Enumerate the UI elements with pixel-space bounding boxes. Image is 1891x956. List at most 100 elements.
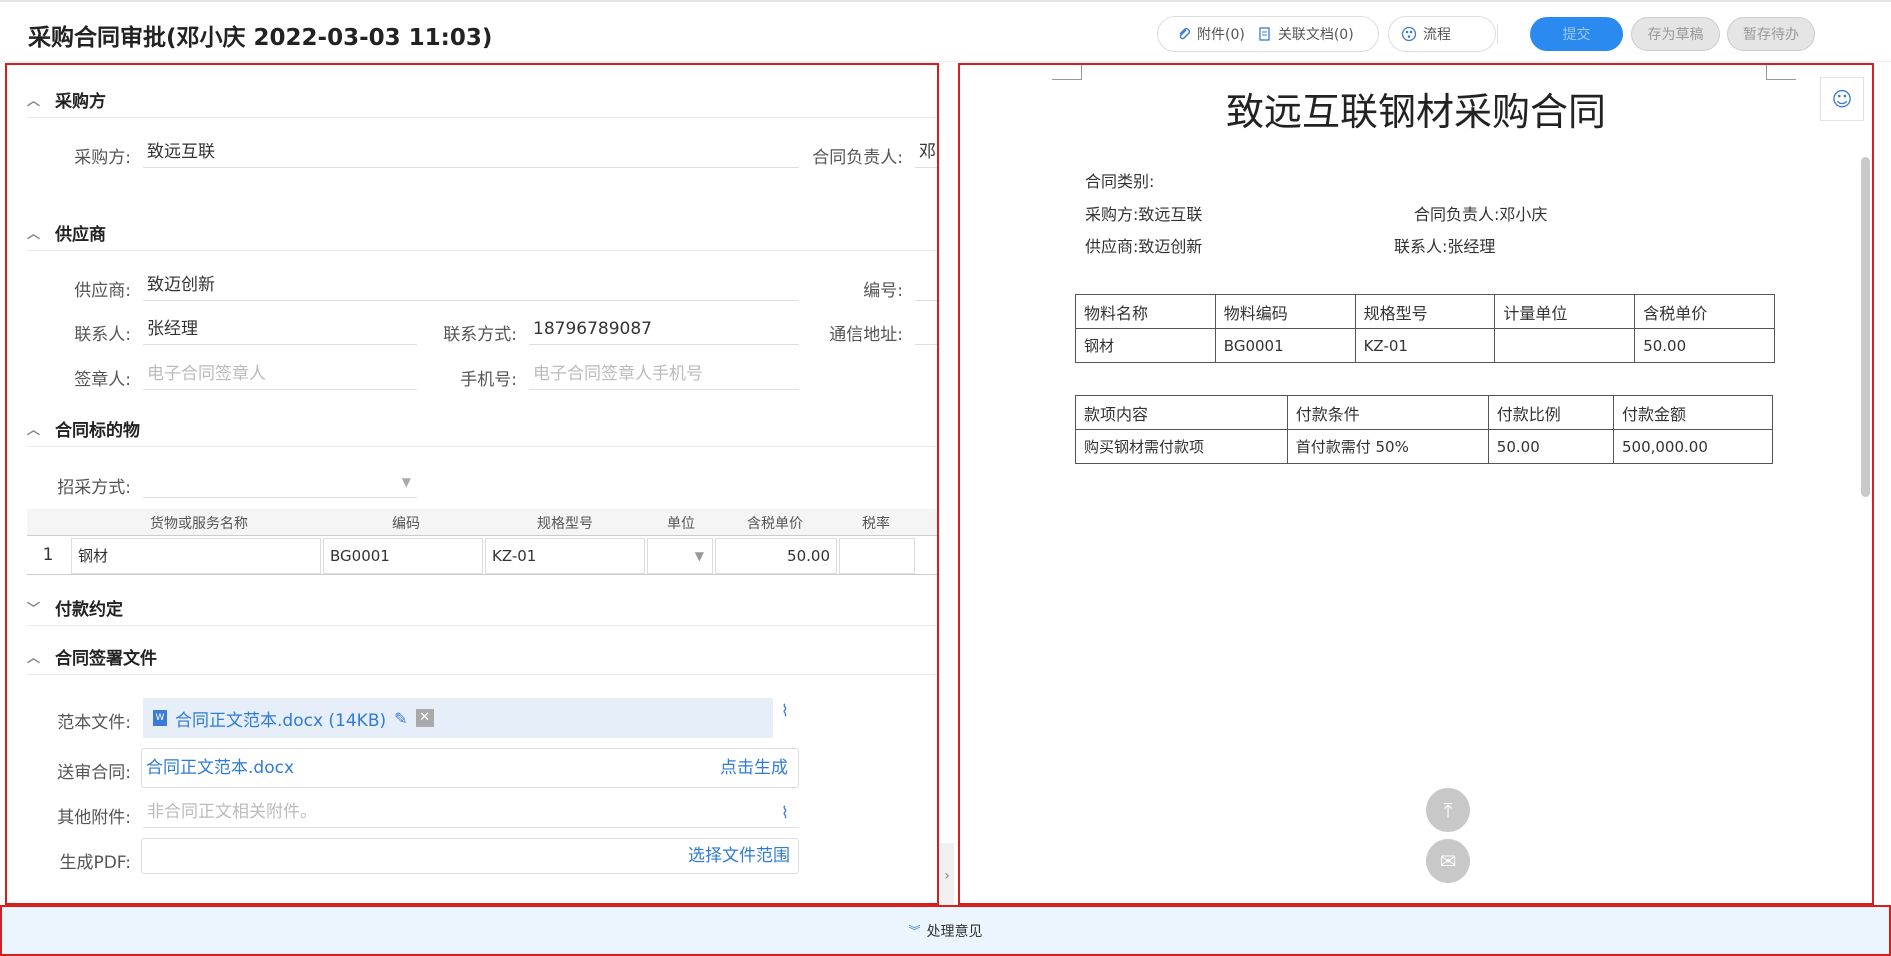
save-draft-button[interactable]: 存为草稿 (1631, 17, 1720, 51)
supplier-field[interactable]: 致迈创新 (143, 271, 799, 301)
doc-owner-line: 合同负责人:邓小庆 (1414, 205, 1548, 224)
review-label: 送审合同: (57, 763, 131, 783)
template-label: 范本文件: (57, 713, 131, 733)
page-title: 采购合同审批(邓小庆 2022-03-03 11:03) (28, 25, 493, 51)
grid-header: 税率 (862, 516, 890, 532)
divider (27, 446, 937, 447)
goods-name-cell[interactable]: 钢材 (71, 538, 321, 574)
chevron-up-icon: ︿ (27, 422, 41, 438)
review-file-field: 合同正文范本.docx 点击生成 (141, 748, 799, 788)
opinion-bar[interactable]: ︾ 处理意见 (0, 905, 1891, 956)
attach-button[interactable]: 附件(0) (1176, 24, 1245, 44)
signer-label: 签章人: (74, 370, 131, 390)
table-header: 规格型号 (1354, 294, 1496, 329)
mobile-label: 手机号: (460, 370, 517, 390)
doc-preview: 致远互联钢材采购合同 合同类别: 采购方:致远互联 合同负责人:邓小庆 供应商:… (958, 63, 1874, 905)
divider (27, 625, 937, 626)
table-header: 付款金额 (1612, 395, 1774, 430)
phone-field[interactable]: 18796789087 (529, 315, 799, 345)
doc-title: 致远互联钢材采购合同 (1225, 90, 1606, 134)
supplier-section-toggle[interactable]: ︿ 供应商 (27, 220, 106, 245)
caret-down-icon: ▼ (401, 475, 411, 489)
flow-button[interactable]: 流程 (1388, 16, 1496, 52)
edit-icon[interactable]: ✎ (394, 709, 407, 728)
doc-buyer-line: 采购方:致远互联 (1085, 205, 1203, 224)
method-select[interactable]: ▼ (143, 468, 417, 498)
divider (27, 117, 937, 118)
paperclip-icon[interactable]: ⌇ (781, 803, 789, 822)
paperclip-icon[interactable]: ⌇ (781, 701, 789, 720)
table-cell: 50.00 (1634, 328, 1775, 363)
template-file-link[interactable]: 合同正文范本.docx (14KB) (175, 706, 386, 731)
table-cell: 钢材 (1075, 328, 1216, 363)
supplier-label: 供应商: (74, 281, 131, 301)
pdf-label: 生成PDF: (59, 853, 131, 873)
address-label: 通信地址: (829, 325, 903, 345)
pdf-field[interactable]: 选择文件范围 (141, 838, 799, 874)
contact-label: 联系人: (74, 325, 131, 345)
submit-button[interactable]: 提交 (1530, 17, 1623, 51)
unit-select[interactable]: ▼ (647, 538, 713, 574)
table-header: 付款比例 (1487, 395, 1614, 430)
document-link-icon (1257, 26, 1273, 42)
price-cell[interactable]: 50.00 (715, 538, 837, 574)
signer-field[interactable]: 电子合同签章人 (143, 360, 417, 390)
doc-payment-table: 款项内容 付款条件 付款比例 付款金额 购买钢材需付款项 首付款需付 50% 5… (1075, 395, 1774, 464)
related-docs-button[interactable]: 关联文档(0) (1257, 24, 1354, 44)
owner-label: 合同负责人: (812, 148, 903, 168)
divider (27, 674, 937, 675)
assistant-robot-icon[interactable]: ☺ (1820, 77, 1864, 121)
grid-header: 货物或服务名称 (150, 516, 248, 532)
divider (27, 250, 937, 251)
address-field[interactable] (915, 315, 937, 345)
page-corner (1766, 65, 1796, 80)
buyer-label: 采购方: (74, 148, 131, 168)
contact-field[interactable]: 张经理 (143, 315, 417, 345)
save-todo-button[interactable]: 暂存待办 (1727, 17, 1815, 51)
caret-down-icon: ▼ (694, 549, 704, 563)
table-row: 1 钢材 BG0001 KZ-01 ▼ 50.00 (27, 535, 937, 575)
code-field[interactable] (915, 271, 937, 301)
table-cell: 首付款需付 50% (1286, 429, 1489, 464)
owner-field[interactable]: 邓 (915, 138, 937, 168)
buyer-field[interactable]: 致远互联 (143, 138, 799, 168)
word-doc-icon: W (153, 710, 167, 726)
table-cell: 500,000.00 (1612, 429, 1774, 464)
chevron-down-icon: ﹀ (27, 601, 41, 617)
toolbar-divider (1497, 24, 1498, 44)
other-attach-field[interactable]: 非合同正文相关附件。 (143, 798, 799, 828)
generate-button[interactable]: 点击生成 (720, 749, 788, 787)
flow-icon (1401, 26, 1417, 42)
doc-supplier-line: 供应商:致迈创新 (1085, 237, 1203, 256)
delete-icon[interactable]: ✕ (415, 709, 434, 727)
goods-code-cell[interactable]: BG0001 (323, 538, 483, 574)
back-to-top-icon[interactable]: ⤒ (1426, 788, 1470, 832)
doc-material-table: 物料名称 物料编码 规格型号 计量单位 含税单价 钢材 BG0001 KZ-01… (1075, 294, 1775, 363)
scrollbar[interactable] (1861, 157, 1870, 497)
table-cell: 购买钢材需付款项 (1075, 429, 1288, 464)
grid-header: 规格型号 (537, 516, 593, 532)
table-header: 款项内容 (1075, 395, 1288, 430)
row-index: 1 (42, 545, 54, 565)
table-header: 含税单价 (1634, 294, 1775, 329)
tax-rate-cell[interactable] (839, 538, 915, 574)
double-chevron-down-icon: ︾ (908, 924, 921, 938)
opinion-label: 处理意见 (926, 923, 983, 940)
table-header: 付款条件 (1286, 395, 1489, 430)
chat-icon[interactable]: ✉ (1426, 839, 1470, 883)
subject-section-toggle[interactable]: ︿ 合同标的物 (27, 416, 140, 441)
table-cell: BG0001 (1214, 328, 1356, 363)
grid-header: 单位 (667, 516, 695, 532)
page-corner (1052, 65, 1082, 80)
buyer-section-toggle[interactable]: ︿ 采购方 (27, 87, 106, 112)
files-section-toggle[interactable]: ︿ 合同签署文件 (27, 644, 157, 669)
pick-range-button[interactable]: 选择文件范围 (688, 839, 790, 873)
template-file-box: W 合同正文范本.docx (14KB) ✎ ✕ (143, 698, 773, 738)
payment-section-toggle[interactable]: ﹀ 付款约定 (27, 595, 123, 620)
table-header: 计量单位 (1494, 294, 1636, 329)
mobile-field[interactable]: 电子合同签章人手机号 (529, 360, 799, 390)
panel-toggle[interactable]: › (940, 843, 954, 909)
review-file-link[interactable]: 合同正文范本.docx (146, 758, 294, 778)
goods-spec-cell[interactable]: KZ-01 (485, 538, 645, 574)
table-cell: 50.00 (1487, 429, 1614, 464)
